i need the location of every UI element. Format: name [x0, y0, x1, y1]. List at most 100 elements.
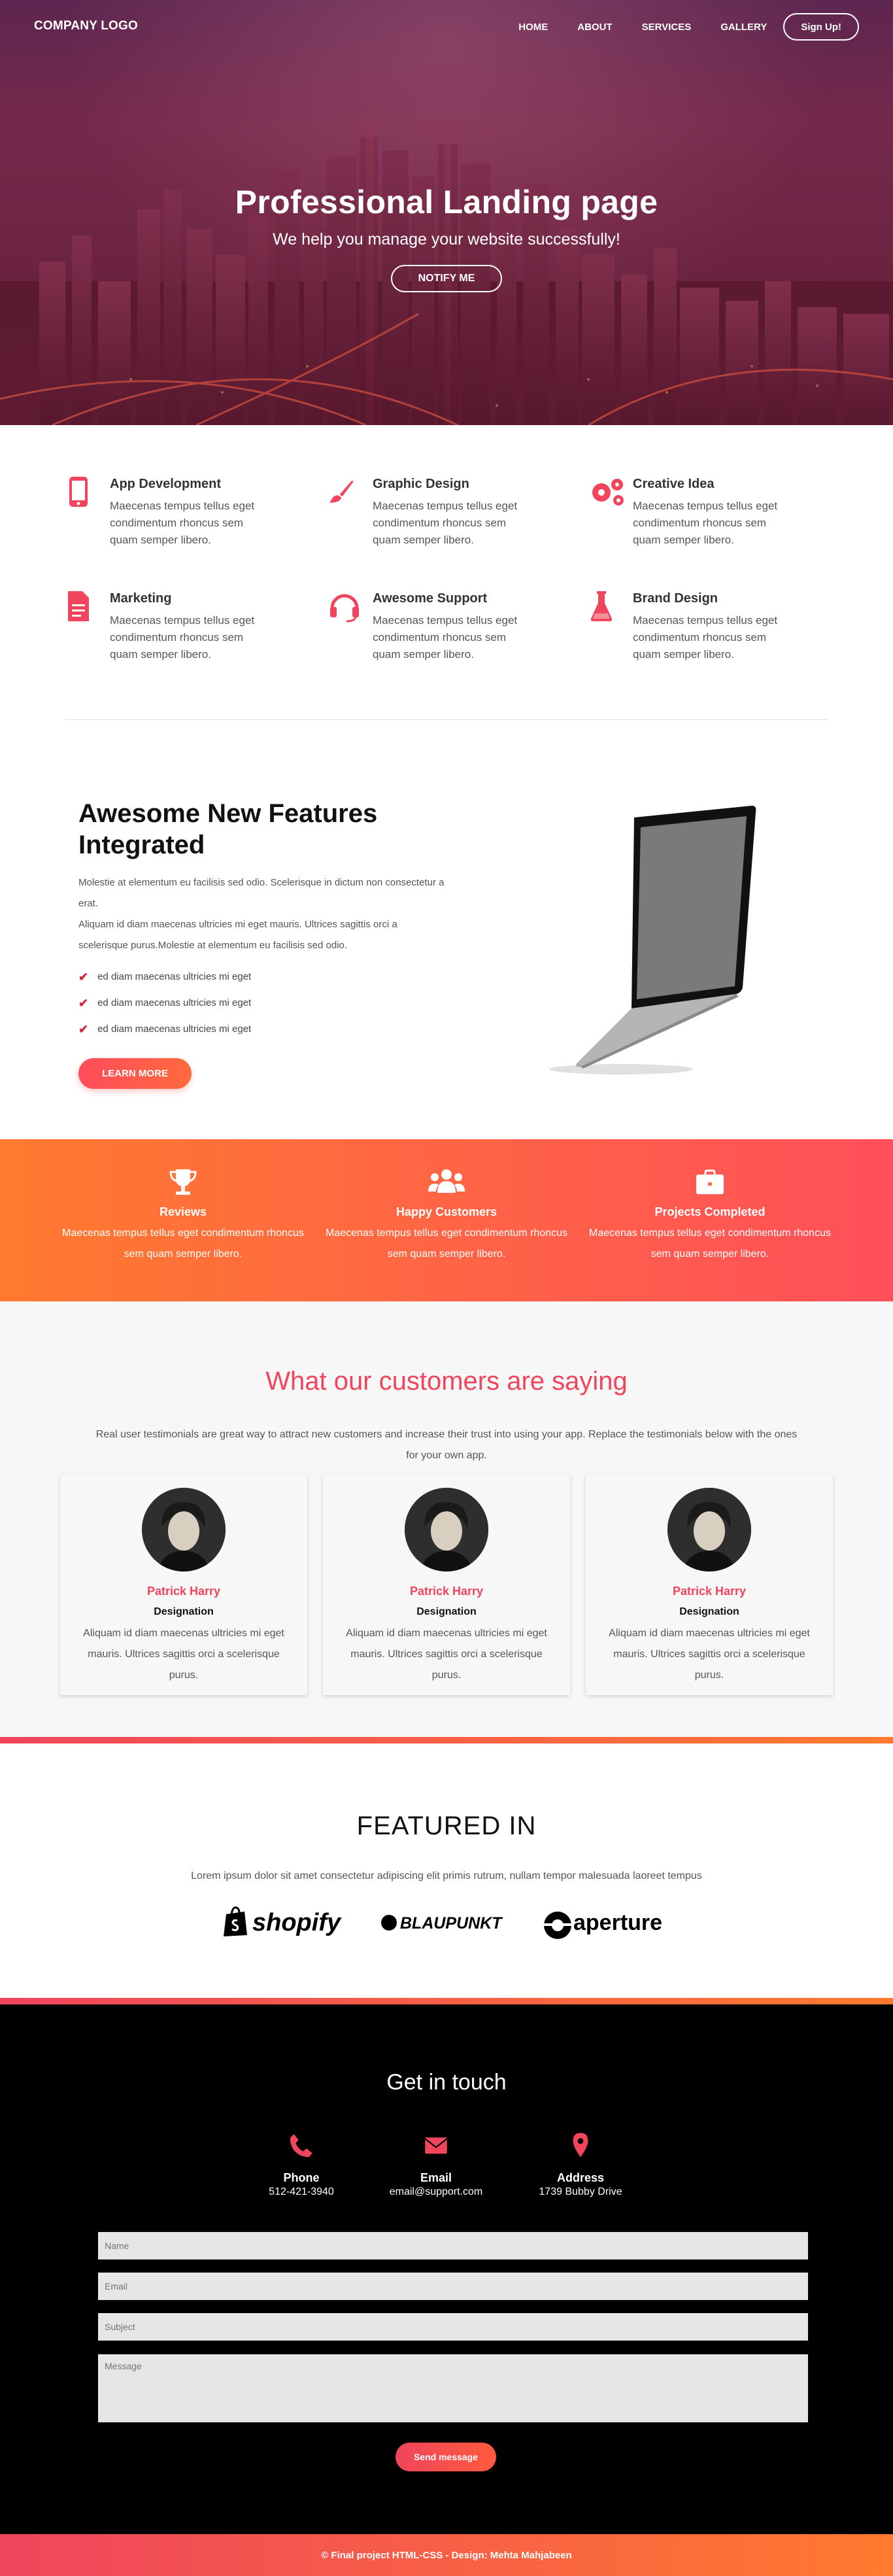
name-field[interactable] [98, 2232, 808, 2259]
briefcase-icon [696, 1169, 724, 1194]
stat-title: Happy Customers [396, 1205, 497, 1218]
service-title: Awesome Support [373, 591, 488, 606]
service-item: Brand Design Maecenas tempus tellus eget… [588, 590, 804, 668]
email-field[interactable] [98, 2273, 808, 2300]
contact-value: 1739 Bubby Drive [539, 2186, 622, 2197]
testimonial-card: Patrick Harry Designation Aliquam id dia… [60, 1475, 307, 1695]
paintbrush-icon [329, 480, 354, 503]
gradient-bar [0, 1737, 893, 1743]
service-text: Maecenas tempus tellus eget condimentum … [633, 614, 778, 661]
brand-aperture: aperture [573, 1910, 663, 1935]
mobile-icon [69, 477, 88, 507]
service-title: Brand Design [633, 591, 718, 606]
company-logo[interactable]: COMPANY LOGO [34, 19, 138, 33]
service-title: Creative Idea [633, 477, 715, 491]
testimonial-designation: Designation [679, 1606, 739, 1617]
footer-text: © Final project HTML-CSS - Design: Mehta… [321, 2549, 572, 2561]
check-item: ✔ ed diam maecenas ultricies mi eget [78, 990, 445, 1016]
gears-icon [592, 479, 624, 506]
features-paragraph: Molestie at elementum eu facilisis sed o… [78, 877, 445, 909]
service-text: Maecenas tempus tellus eget condimentum … [373, 500, 518, 546]
check-item-text: ed diam maecenas ultricies mi eget [97, 1023, 252, 1035]
contact-item-email: Email email@support.com [384, 2129, 488, 2198]
users-icon [428, 1169, 465, 1193]
signup-button[interactable]: Sign Up! [783, 13, 859, 41]
testimonial-name: Patrick Harry [146, 1585, 221, 1598]
service-text: Maecenas tempus tellus eget condimentum … [110, 614, 255, 661]
brand-logos: shopify BLAUPUNKT aperture [222, 1900, 680, 1946]
contact-label: Phone [283, 2171, 320, 2184]
check-icon: ✔ [78, 1023, 89, 1036]
testimonial-text: Aliquam id diam maecenas ultricies mi eg… [83, 1628, 284, 1681]
hero-subtitle: We help you manage your website successf… [273, 230, 620, 249]
document-icon [68, 591, 89, 621]
nav-link-gallery[interactable]: GALLERY [720, 22, 767, 33]
check-item-text: ed diam maecenas ultricies mi eget [97, 997, 252, 1008]
message-field[interactable] [98, 2354, 808, 2422]
subject-field[interactable] [98, 2313, 808, 2341]
contact-item-phone: Phone 512-421-3940 [249, 2129, 354, 2198]
features-title: Awesome New Features Integrated [78, 799, 378, 859]
nav-link-about[interactable]: ABOUT [577, 22, 612, 33]
hero-content: Professional Landing page We help you ma… [0, 183, 893, 292]
features-section: Awesome New Features Integrated Molestie… [78, 798, 445, 1089]
nav-menu: HOME ABOUT SERVICES GALLERY Sign Up! [489, 13, 859, 41]
featured-title: FEATURED IN [356, 1812, 537, 1840]
laptop-image [549, 806, 756, 1074]
service-item: Creative Idea Maecenas tempus tellus ege… [588, 475, 804, 554]
hero-title: Professional Landing page [235, 184, 658, 220]
hero-section: COMPANY LOGO HOME ABOUT SERVICES GALLERY… [0, 0, 893, 425]
contact-value[interactable]: email@support.com [384, 2186, 488, 2198]
check-item: ✔ ed diam maecenas ultricies mi eget [78, 1016, 445, 1042]
check-icon: ✔ [78, 970, 89, 984]
brand-blaupunkt: BLAUPUNKT [400, 1914, 502, 1932]
headset-icon [330, 594, 359, 623]
check-item: ✔ ed diam maecenas ultricies mi eget [78, 964, 445, 990]
stat-title: Reviews [159, 1205, 207, 1218]
features-paragraph: Aliquam id diam maecenas ultricies mi eg… [78, 919, 397, 951]
section-divider [65, 719, 828, 720]
contact-value[interactable]: 512-421-3940 [249, 2186, 354, 2198]
stat-text: Maecenas tempus tellus eget condimentum … [62, 1228, 304, 1260]
service-text: Maecenas tempus tellus eget condimentum … [373, 614, 518, 661]
notify-me-button[interactable]: NOTIFY ME [390, 265, 503, 292]
nav-link-services[interactable]: SERVICES [642, 22, 692, 33]
aperture-icon [544, 1912, 571, 1939]
service-title: Marketing [110, 591, 172, 606]
testimonial-name: Patrick Harry [409, 1585, 484, 1598]
stats-section: Reviews Maecenas tempus tellus eget cond… [0, 1139, 893, 1301]
trophy-icon [169, 1169, 197, 1195]
contact-item-address: Address 1739 Bubby Drive [528, 2129, 633, 2198]
testimonial-designation: Designation [154, 1606, 214, 1617]
service-title: App Development [110, 477, 222, 491]
send-message-button[interactable]: Send message [396, 2443, 496, 2471]
service-text: Maecenas tempus tellus eget condimentum … [633, 500, 778, 546]
blaupunkt-dot-icon [381, 1915, 397, 1931]
testimonials-title: What our customers are saying [265, 1367, 628, 1396]
avatar [405, 1488, 488, 1571]
stat-item: Projects Completed Maecenas tempus tellu… [586, 1165, 834, 1265]
features-checklist: ✔ ed diam maecenas ultricies mi eget ✔ ed … [78, 964, 445, 1042]
gradient-bar [0, 1998, 893, 2004]
contact-title: Get in touch [386, 2070, 507, 2095]
testimonial-card: Patrick Harry Designation Aliquam id dia… [323, 1475, 570, 1695]
testimonials-intro: Real user testimonials are great way to … [95, 1429, 798, 1461]
stat-text: Maecenas tempus tellus eget condimentum … [589, 1228, 831, 1260]
testimonial-name: Patrick Harry [672, 1585, 747, 1598]
service-item: Graphic Design Maecenas tempus tellus eg… [328, 475, 544, 554]
footer: © Final project HTML-CSS - Design: Mehta… [0, 2534, 893, 2576]
top-nav: COMPANY LOGO HOME ABOUT SERVICES GALLERY… [0, 0, 893, 52]
stat-text: Maecenas tempus tellus eget condimentum … [326, 1228, 567, 1260]
avatar [667, 1488, 751, 1571]
check-icon: ✔ [78, 997, 89, 1010]
service-item: Marketing Maecenas tempus tellus eget co… [65, 590, 281, 668]
featured-text: Lorem ipsum dolor sit amet consectetur a… [191, 1870, 702, 1881]
contact-label: Email [420, 2171, 452, 2184]
stat-item: Happy Customers Maecenas tempus tellus e… [322, 1165, 571, 1265]
stat-title: Projects Completed [654, 1205, 766, 1218]
testimonial-designation: Designation [416, 1606, 477, 1617]
avatar [142, 1488, 226, 1571]
learn-more-button[interactable]: LEARN MORE [78, 1058, 192, 1089]
testimonial-card: Patrick Harry Designation Aliquam id dia… [586, 1475, 833, 1695]
nav-link-home[interactable]: HOME [518, 22, 548, 33]
